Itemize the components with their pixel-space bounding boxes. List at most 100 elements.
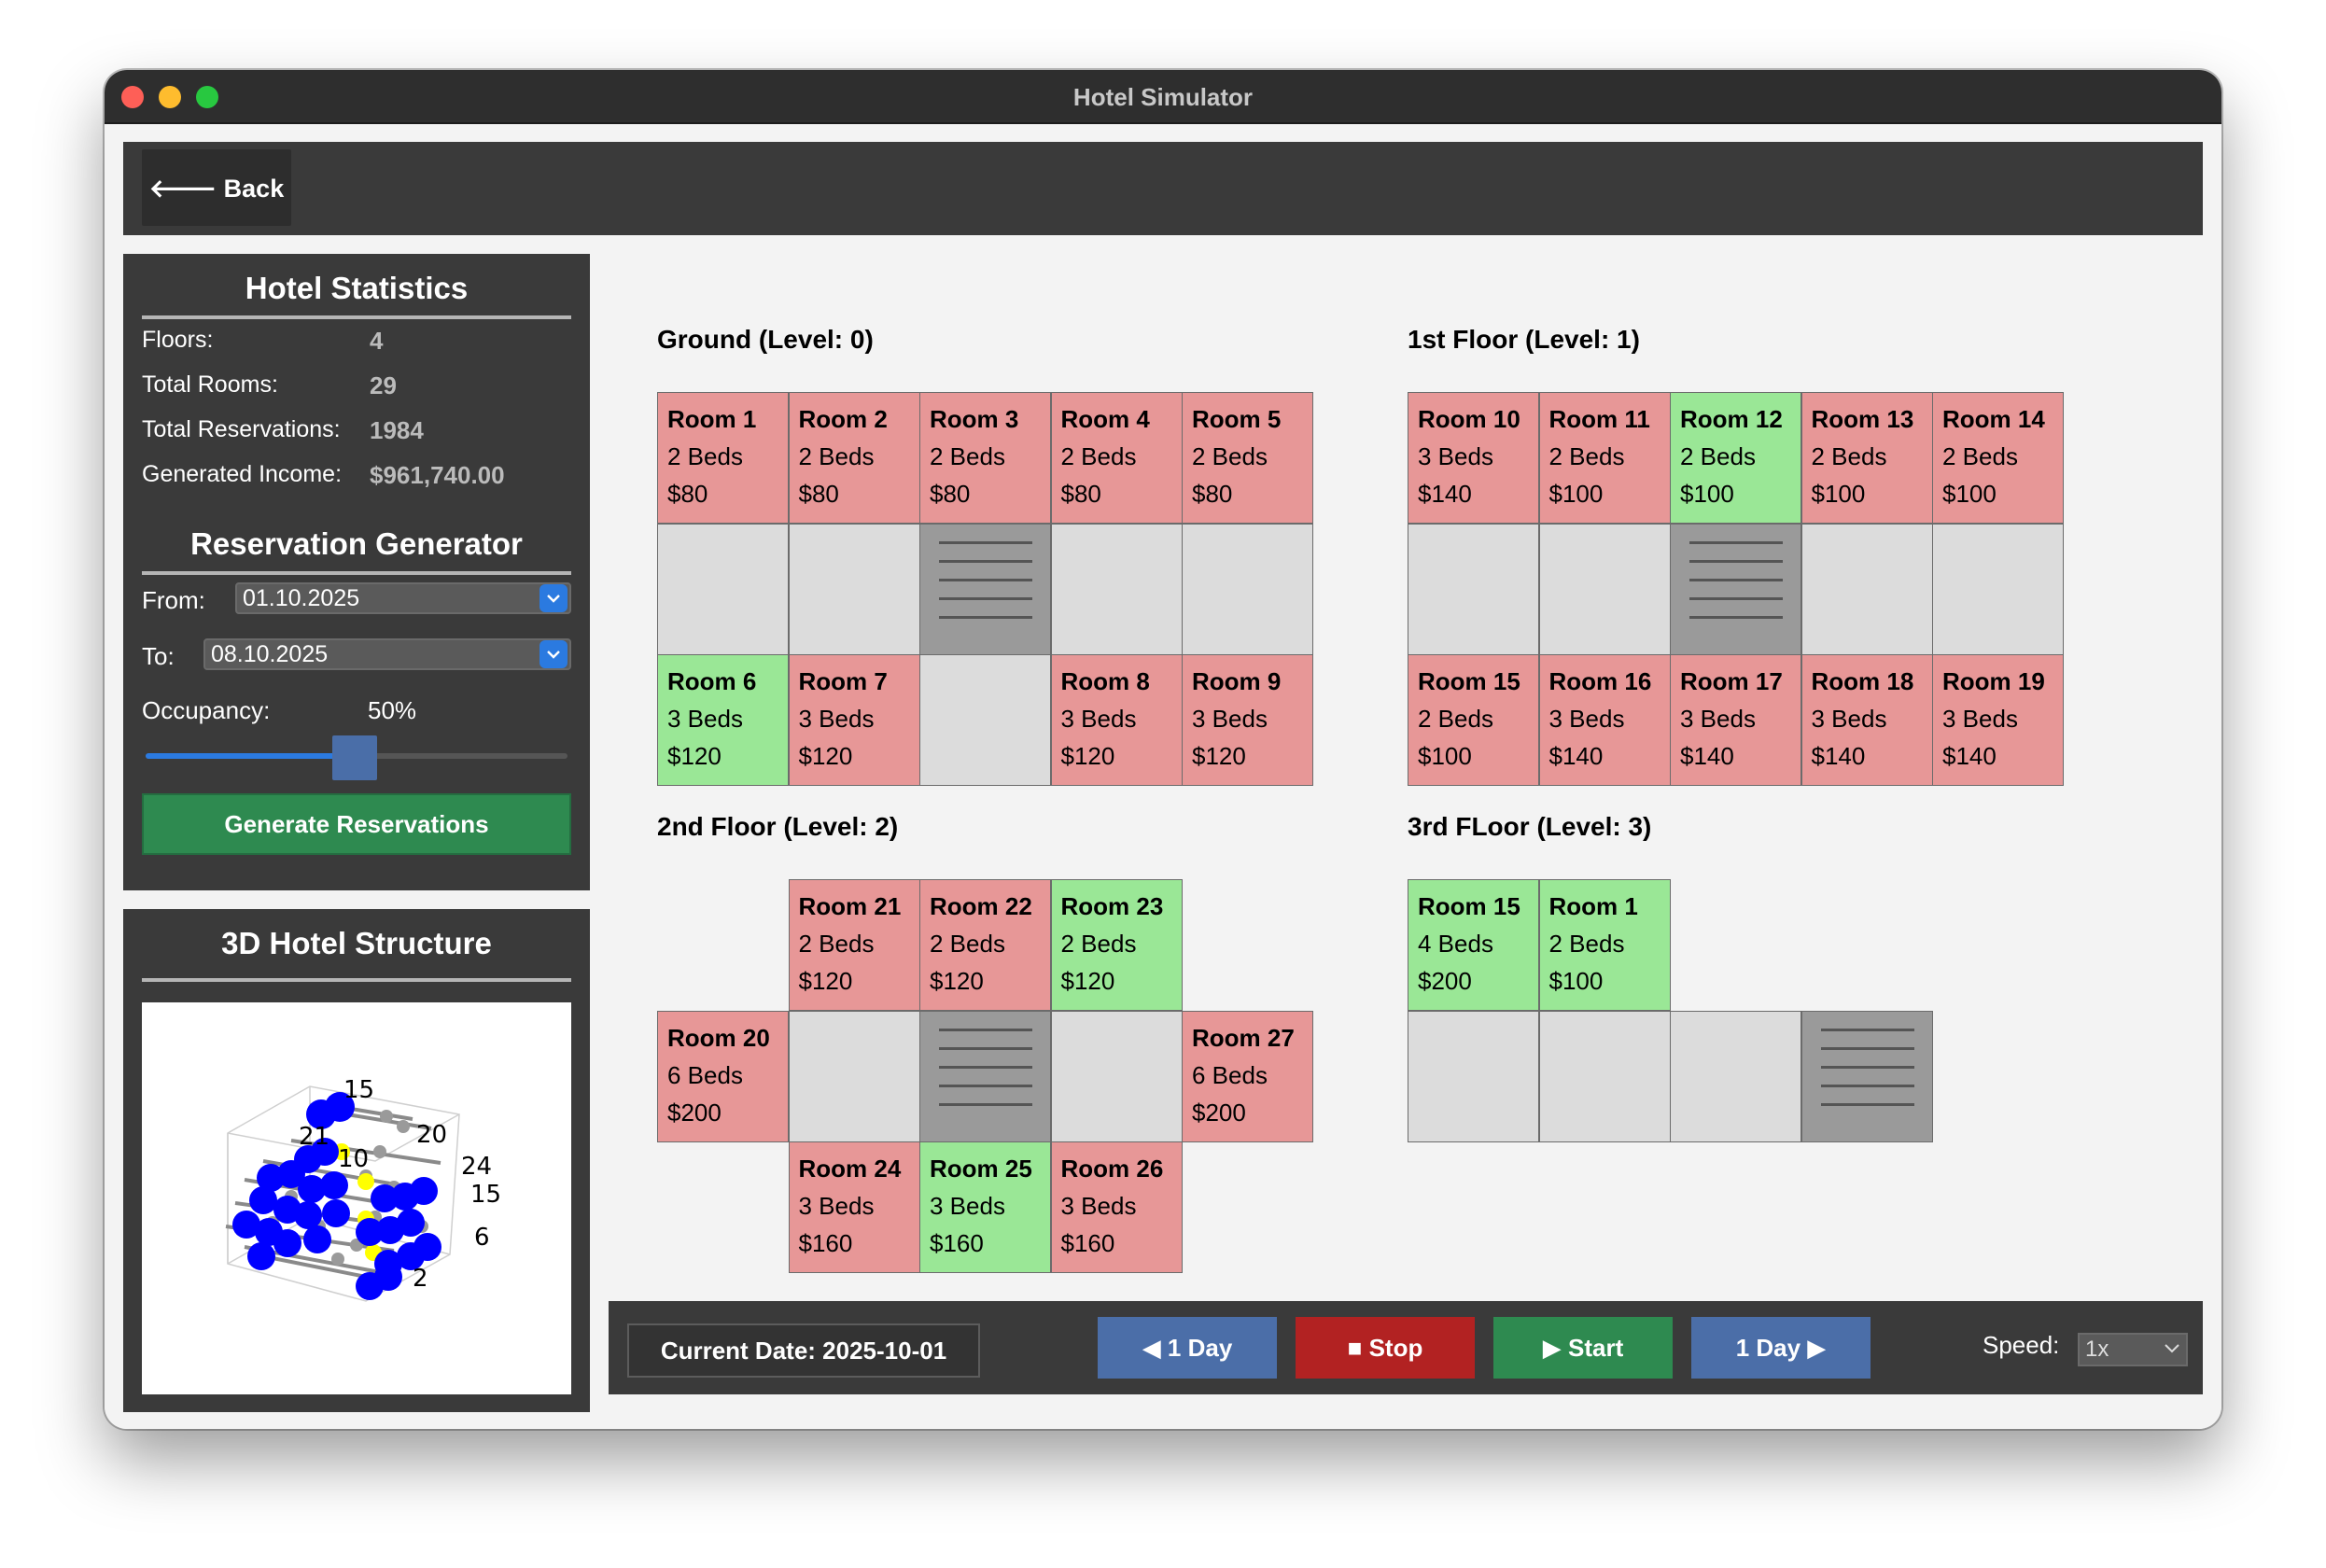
room-cell[interactable]: Room 22 2 Beds $120 (919, 879, 1051, 1011)
room-cell[interactable]: Room 9 3 Beds $120 (1182, 654, 1313, 786)
room-name: Room 15 (1418, 892, 1520, 920)
chevron-down-icon (2164, 1335, 2180, 1372)
to-date-field[interactable]: 08.10.2025 (203, 638, 571, 670)
room-name: Room 27 (1192, 1023, 1295, 1052)
generated-income-value: $961,740.00 (370, 461, 505, 489)
room-beds: 6 Beds (667, 1060, 743, 1089)
next-day-button[interactable]: 1 Day ▶ (1691, 1317, 1871, 1379)
3d-structure-panel: 3D Hotel Structure 15 21 20 10 24 15 2 6 (123, 909, 590, 1412)
room-name: Room 15 (1418, 667, 1520, 695)
room-price: $80 (798, 480, 839, 508)
room-beds: 2 Beds (1548, 442, 1625, 470)
room-cell[interactable]: Room 18 3 Beds $140 (1801, 654, 1933, 786)
room-cell[interactable]: Room 1 2 Beds $80 (657, 392, 789, 524)
room-price: $200 (1418, 967, 1472, 995)
room-cell[interactable]: Room 1 2 Beds $100 (1538, 879, 1671, 1011)
room-cell[interactable]: Room 15 2 Beds $100 (1408, 654, 1539, 786)
room-name: Room 1 (667, 405, 757, 433)
room-cell[interactable]: Room 11 2 Beds $100 (1538, 392, 1671, 524)
3d-structure-title: 3D Hotel Structure (221, 926, 492, 960)
generate-reservations-button[interactable]: Generate Reservations (142, 793, 571, 855)
speed-select[interactable]: 1x (2078, 1333, 2188, 1366)
3d-hotel-plot[interactable]: 15 21 20 10 24 15 2 6 (142, 1002, 571, 1394)
room-cell[interactable]: Room 13 2 Beds $100 (1801, 392, 1933, 524)
back-button[interactable]: 🡐 Back (142, 149, 291, 226)
title-bar: Hotel Simulator (105, 70, 2221, 124)
room-cell[interactable]: Room 19 3 Beds $140 (1932, 654, 2064, 786)
room-beds: 2 Beds (667, 442, 743, 470)
room-name: Room 9 (1192, 667, 1282, 695)
room-name: Room 19 (1942, 667, 2045, 695)
room-price: $100 (1680, 480, 1734, 508)
room-beds: 2 Beds (930, 442, 1005, 470)
room-beds: 3 Beds (1548, 705, 1625, 733)
room-name: Room 8 (1060, 667, 1150, 695)
room-name: Room 26 (1060, 1155, 1164, 1183)
room-cell[interactable]: Room 10 3 Beds $140 (1408, 392, 1539, 524)
3d-plot-svg: 15 21 20 10 24 15 2 6 (225, 1076, 501, 1302)
room-cell[interactable]: Room 14 2 Beds $100 (1932, 392, 2064, 524)
room-cell[interactable]: Room 20 6 Beds $200 (657, 1010, 789, 1142)
stairs-cell (919, 1010, 1051, 1142)
room-price: $200 (667, 1098, 722, 1127)
room-cell[interactable]: Room 8 3 Beds $120 (1050, 654, 1183, 786)
room-price: $140 (1548, 742, 1604, 770)
room-cell[interactable]: Room 23 2 Beds $120 (1050, 879, 1183, 1011)
empty-cell (1408, 523, 1539, 655)
total-reservations-value: 1984 (370, 416, 424, 444)
room-price: $120 (667, 742, 722, 770)
room-cell[interactable]: Room 3 2 Beds $80 (919, 392, 1051, 524)
room-price: $140 (1811, 742, 1866, 770)
prev-day-button[interactable]: ◀ 1 Day (1098, 1317, 1277, 1379)
room-cell[interactable]: Room 15 4 Beds $200 (1408, 879, 1539, 1011)
speed-label: Speed: (1983, 1331, 2060, 1359)
room-price: $140 (1418, 480, 1472, 508)
room-price: $120 (798, 967, 853, 995)
room-beds: 3 Beds (798, 1192, 875, 1220)
stop-button[interactable]: ■ Stop (1296, 1317, 1475, 1379)
room-cell[interactable]: Room 24 3 Beds $160 (788, 1141, 920, 1273)
room-beds: 3 Beds (1418, 442, 1493, 470)
room-name: Room 13 (1811, 405, 1914, 433)
room-beds: 3 Beds (667, 705, 743, 733)
room-cell[interactable]: Room 21 2 Beds $120 (788, 879, 920, 1011)
room-beds: 2 Beds (930, 930, 1005, 958)
room-price: $200 (1192, 1098, 1246, 1127)
chevron-down-icon[interactable] (539, 584, 567, 612)
room-cell[interactable]: Room 2 2 Beds $80 (788, 392, 920, 524)
room-cell[interactable]: Room 12 2 Beds $100 (1670, 392, 1801, 524)
room-cell[interactable]: Room 17 3 Beds $140 (1670, 654, 1801, 786)
empty-cell (1932, 523, 2064, 655)
room-cell[interactable]: Room 6 3 Beds $120 (657, 654, 789, 786)
empty-cell (1408, 1010, 1539, 1142)
chevron-down-icon[interactable] (539, 640, 567, 668)
room-cell[interactable]: Room 7 3 Beds $120 (788, 654, 920, 786)
room-name: Room 4 (1060, 405, 1150, 433)
room-beds: 3 Beds (1811, 705, 1887, 733)
room-beds: 2 Beds (798, 930, 875, 958)
room-price: $80 (1192, 480, 1233, 508)
room-cell[interactable]: Room 26 3 Beds $160 (1050, 1141, 1183, 1273)
room-price: $160 (930, 1229, 984, 1257)
floor-title: 2nd Floor (Level: 2) (657, 812, 899, 841)
stairs-cell (1801, 1010, 1933, 1142)
divider (142, 571, 571, 575)
floor-title: 1st Floor (Level: 1) (1408, 325, 1640, 354)
plot-tick-label: 15 (343, 1076, 374, 1104)
top-toolbar: 🡐 Back (123, 142, 2203, 235)
room-cell[interactable]: Room 16 3 Beds $140 (1538, 654, 1671, 786)
room-cell[interactable]: Room 25 3 Beds $160 (919, 1141, 1051, 1273)
room-beds: 6 Beds (1192, 1060, 1268, 1089)
room-cell[interactable]: Room 27 6 Beds $200 (1182, 1010, 1313, 1142)
room-beds: 3 Beds (1060, 1192, 1137, 1220)
room-name: Room 16 (1548, 667, 1652, 695)
room-cell[interactable]: Room 4 2 Beds $80 (1050, 392, 1183, 524)
total-rooms-value: 29 (370, 371, 397, 399)
from-date-field[interactable]: 01.10.2025 (235, 582, 571, 614)
room-beds: 2 Beds (1060, 930, 1137, 958)
start-button[interactable]: ▶ Start (1493, 1317, 1673, 1379)
occupancy-slider-thumb[interactable] (332, 735, 377, 780)
room-beds: 2 Beds (1942, 442, 2018, 470)
occupancy-label: Occupancy: (142, 696, 271, 724)
room-cell[interactable]: Room 5 2 Beds $80 (1182, 392, 1313, 524)
